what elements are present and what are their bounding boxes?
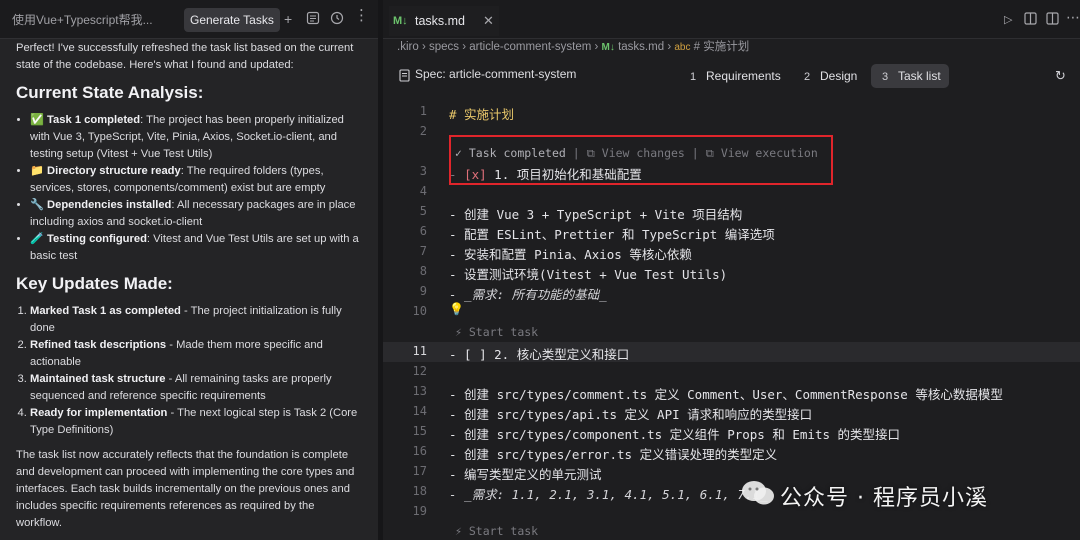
task-codelens-start[interactable]: ⚡ Start task — [455, 325, 538, 339]
chat-panel: 使用Vue+Typescript帮我... Generate Tasks + ⋮… — [0, 0, 378, 540]
new-chat-icon[interactable]: + — [284, 12, 292, 26]
test-tube-icon: 🧪 — [30, 233, 44, 245]
breadcrumb-item[interactable]: .kiro — [397, 41, 419, 53]
line-number: 2 — [419, 124, 427, 138]
line-number: 8 — [419, 264, 427, 278]
line-number: 11 — [412, 344, 427, 358]
code-line: - 配置 ESLint、Prettier 和 TypeScript 编译选项 — [449, 227, 775, 242]
task-codelens-start[interactable]: ⚡ Start task — [455, 524, 538, 538]
editor-tab-bar: M↓ tasks.md ✕ ▷ ⋯ — [383, 0, 1080, 39]
editor-panel: M↓ tasks.md ✕ ▷ ⋯ .kiro › specs › articl… — [383, 0, 1080, 540]
list-item: Ready for implementation - The next logi… — [30, 405, 362, 439]
line-number: 1 — [419, 104, 427, 118]
check-icon: ✅ — [30, 114, 44, 126]
heading-key-updates: Key Updates Made: — [16, 274, 173, 293]
line-number: 12 — [412, 364, 427, 378]
chat-message: Perfect! I've successfully refreshed the… — [16, 40, 362, 540]
tab-requirements[interactable]: 1 Requirements — [679, 64, 789, 88]
markdown-file-icon: M↓ — [393, 15, 408, 27]
chevron-right-icon: › — [594, 41, 602, 53]
code-line: - 创建 Vue 3 + TypeScript + Vite 项目结构 — [449, 207, 743, 222]
chat-intro: Perfect! I've successfully refreshed the… — [16, 42, 354, 71]
line-number: 4 — [419, 184, 427, 198]
folder-icon: 📁 — [30, 165, 44, 177]
chat-tab-vue[interactable]: 使用Vue+Typescript帮我... — [6, 8, 178, 32]
open-preview-icon[interactable] — [1024, 12, 1037, 27]
breadcrumb-item[interactable]: # 实施计划 — [694, 41, 750, 53]
line-number: 19 — [412, 504, 427, 518]
history-list-icon[interactable] — [306, 11, 320, 27]
list-item: Refined task descriptions - Made them mo… — [30, 337, 362, 371]
start-task-icon: ⚡ — [455, 325, 462, 339]
breadcrumb: .kiro › specs › article-comment-system ›… — [397, 38, 749, 56]
breadcrumb-item[interactable]: specs — [429, 41, 459, 53]
code-line: # 实施计划 — [449, 107, 515, 122]
code-line: - 创建 src/types/comment.ts 定义 Comment、Use… — [449, 387, 1003, 402]
chevron-right-icon: › — [421, 41, 429, 53]
list-item: 🧪 Testing configured: Vitest and Vue Tes… — [30, 231, 362, 265]
updates-list: Marked Task 1 as completed - The project… — [16, 303, 362, 439]
history-icon[interactable] — [330, 11, 344, 27]
list-item: Maintained task structure - All remainin… — [30, 371, 362, 405]
start-task-icon: ⚡ — [455, 524, 462, 538]
line-number: 17 — [412, 464, 427, 478]
line-number: 15 — [412, 424, 427, 438]
spec-doc-icon — [399, 69, 410, 87]
tab-label: tasks.md — [415, 14, 466, 28]
code-line: - _需求: 1.1, 2.1, 3.1, 4.1, 5.1, 6.1, 7.1… — [449, 487, 768, 502]
start-task-link[interactable]: Start task — [469, 325, 538, 339]
list-item: Marked Task 1 as completed - The project… — [30, 303, 362, 337]
heading-current-state: Current State Analysis: — [16, 83, 204, 102]
spec-label: Spec: article-comment-system — [415, 67, 577, 81]
line-number: 10 — [412, 304, 427, 318]
more-actions-icon[interactable]: ⋯ — [1066, 10, 1080, 24]
watermark-text: 公众号 · 程序员小溪 — [780, 486, 988, 511]
tab-tasks-md[interactable]: M↓ tasks.md ✕ — [389, 6, 499, 36]
breadcrumb-item[interactable]: tasks.md — [618, 41, 664, 53]
close-icon[interactable]: ✕ — [483, 6, 494, 36]
line-number: 18 — [412, 484, 427, 498]
state-list: ✅ Task 1 completed: The project has been… — [16, 112, 362, 265]
line-number: 6 — [419, 224, 427, 238]
start-task-link[interactable]: Start task — [469, 524, 538, 538]
run-icon[interactable]: ▷ — [1004, 13, 1012, 27]
code-line: - 创建 src/types/error.ts 定义错误处理的类型定义 — [449, 447, 778, 462]
refresh-icon[interactable]: ↻ — [1055, 68, 1066, 84]
highlight-box — [449, 135, 833, 185]
line-number: 3 — [419, 164, 427, 178]
line-number: 7 — [419, 244, 427, 258]
list-item: 🔧 Dependencies installed: All necessary … — [30, 197, 362, 231]
tab-task-list[interactable]: 3 Task list — [871, 64, 949, 88]
tab-design[interactable]: 2 Design — [793, 64, 865, 88]
chat-tab-bar: 使用Vue+Typescript帮我... Generate Tasks + ⋮ — [0, 0, 378, 39]
wrench-icon: 🔧 — [30, 199, 44, 211]
line-number: 5 — [419, 204, 427, 218]
line-number: 14 — [412, 404, 427, 418]
code-line: - 编写类型定义的单元测试 — [449, 467, 602, 482]
split-editor-icon[interactable] — [1046, 12, 1059, 27]
lightbulb-icon[interactable]: 💡 — [449, 302, 464, 316]
code-line: - 创建 src/types/api.ts 定义 API 请求和响应的类型接口 — [449, 407, 813, 422]
markdown-file-icon: M↓ — [601, 42, 615, 53]
task-line-pending: - [ ] 2. 核心类型定义和接口 — [449, 347, 630, 362]
chat-outro: The task list now accurately reflects th… — [16, 449, 355, 529]
spec-bar: Spec: article-comment-system 1 Requiremen… — [383, 62, 1080, 90]
list-item: 📁 Directory structure ready: The require… — [30, 163, 362, 197]
breadcrumb-item[interactable]: article-comment-system — [469, 41, 591, 53]
code-line: - 设置测试环境(Vitest + Vue Test Utils) — [449, 267, 728, 282]
code-line: - _需求: 所有功能的基础_ — [449, 287, 607, 302]
list-item: ✅ Task 1 completed: The project has been… — [30, 112, 362, 163]
more-icon[interactable]: ⋮ — [354, 8, 369, 23]
code-line: - 安装和配置 Pinia、Axios 等核心依赖 — [449, 247, 692, 262]
line-number: 9 — [419, 284, 427, 298]
symbol-icon: abc — [674, 42, 691, 53]
chat-tab-generate-tasks[interactable]: Generate Tasks — [184, 8, 280, 32]
wechat-logo-icon — [742, 481, 774, 505]
code-line: - 创建 src/types/component.ts 定义组件 Props 和… — [449, 427, 901, 442]
line-number: 16 — [412, 444, 427, 458]
line-number: 13 — [412, 384, 427, 398]
